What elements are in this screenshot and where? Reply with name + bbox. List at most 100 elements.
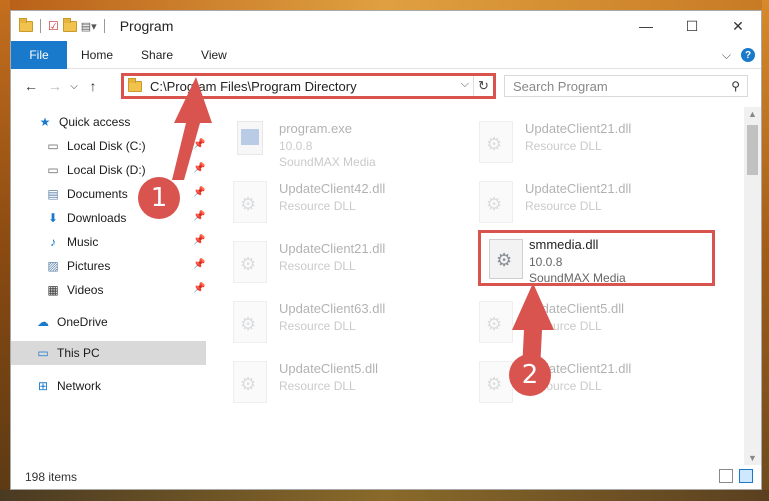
network-icon: ⊞ <box>37 379 49 393</box>
address-path: C:\Program Files\Program Directory <box>150 78 357 94</box>
highlighted-file-item[interactable]: ⚙ smmedia.dll 10.0.8 SoundMAX Media <box>478 230 715 286</box>
close-button[interactable]: ✕ <box>715 11 761 41</box>
tab-view[interactable]: View <box>187 48 241 62</box>
file-name: program.exe <box>279 121 352 136</box>
file-description: Resource DLL <box>525 319 602 333</box>
scrollbar-thumb[interactable] <box>747 125 758 175</box>
maximize-button[interactable]: ☐ <box>669 11 715 41</box>
recent-locations-icon[interactable]: ⌵ <box>67 81 81 92</box>
sidebar-item-quick-access[interactable]: ★ Quick access <box>37 111 131 133</box>
file-item[interactable]: program.exe 10.0.8 SoundMAX Media <box>223 115 463 171</box>
toolbar-separator <box>40 19 41 33</box>
file-item[interactable]: UpdateClient5.dll Resource DLL <box>223 355 463 411</box>
new-folder-icon[interactable] <box>62 17 77 32</box>
file-description: Resource DLL <box>279 259 356 273</box>
file-item[interactable]: UpdateClient21.dll Resource DLL <box>469 115 709 171</box>
file-item[interactable]: UpdateClient63.dll Resource DLL <box>223 295 463 351</box>
dll-icon <box>233 361 267 403</box>
properties-icon[interactable]: ☑ <box>48 19 59 33</box>
file-item[interactable]: UpdateClient5.dll Resource DLL <box>469 295 709 351</box>
address-bar[interactable]: C:\Program Files\Program Directory ⌵ ↻ <box>121 73 496 99</box>
tab-home[interactable]: Home <box>67 48 127 62</box>
customize-toolbar-icon[interactable]: ▤▾ <box>81 20 97 33</box>
tiles-view-icon[interactable] <box>739 469 753 483</box>
file-version: 10.0.8 <box>529 255 563 269</box>
exe-icon <box>235 121 265 155</box>
sidebar-item-downloads[interactable]: ⬇ Downloads <box>45 207 126 229</box>
sidebar-item-local-disk-c[interactable]: ▭ Local Disk (C:) <box>45 135 145 157</box>
refresh-icon[interactable]: ↻ <box>473 76 493 96</box>
expand-ribbon-icon[interactable]: ⌵ <box>722 48 731 63</box>
forward-button[interactable]: → <box>43 78 67 94</box>
pin-icon[interactable]: 📌 <box>193 259 205 270</box>
details-view-icon[interactable] <box>719 469 733 483</box>
tab-share[interactable]: Share <box>127 48 187 62</box>
sidebar-item-label: OneDrive <box>57 315 108 329</box>
view-toggles <box>719 469 753 483</box>
file-item[interactable]: UpdateClient21.dll Resource DLL <box>223 235 463 291</box>
minimize-button[interactable]: — <box>623 11 669 41</box>
file-item[interactable]: UpdateClient21.dll Resource DLL <box>469 175 709 231</box>
up-button[interactable]: ↑ <box>81 78 105 94</box>
pictures-icon: ▨ <box>47 259 59 273</box>
pin-icon[interactable]: 📌 <box>193 163 205 174</box>
pin-icon[interactable]: 📌 <box>193 187 205 198</box>
file-name: UpdateClient63.dll <box>279 301 386 316</box>
help-icon[interactable]: ? <box>741 48 755 62</box>
sidebar-item-onedrive[interactable]: ☁ OneDrive <box>35 311 108 333</box>
sidebar-item-videos[interactable]: ▦ Videos <box>45 279 103 301</box>
sidebar-item-label: Music <box>67 235 99 249</box>
item-count: 198 items <box>25 470 78 484</box>
file-description: Resource DLL <box>279 199 356 213</box>
file-version: 10.0.8 <box>279 139 313 153</box>
sidebar-item-documents[interactable]: ▤ Documents <box>45 183 127 205</box>
pin-icon[interactable]: 📌 <box>193 235 205 246</box>
sidebar-item-music[interactable]: ♪ Music <box>45 231 98 253</box>
dll-icon <box>479 181 513 223</box>
search-input[interactable]: Search Program ⚲ <box>504 75 748 97</box>
sidebar-item-label: Downloads <box>67 211 127 225</box>
tab-file[interactable]: File <box>11 40 67 69</box>
file-name: UpdateClient42.dll <box>279 181 386 196</box>
sidebar-item-label: Pictures <box>67 259 111 273</box>
sidebar-item-this-pc[interactable]: ▭ This PC <box>35 342 99 364</box>
ribbon-right: ⌵ ? <box>722 41 755 69</box>
step-marker-2: 2 <box>509 354 551 396</box>
dll-icon <box>479 121 513 163</box>
pin-icon[interactable]: 📌 <box>193 211 205 222</box>
file-name: UpdateClient5.dll <box>279 361 379 376</box>
documents-icon: ▤ <box>47 187 59 201</box>
file-name: smmedia.dll <box>529 237 599 252</box>
chevron-down-icon[interactable]: ⌵ <box>461 78 469 91</box>
step-marker-1: 1 <box>138 177 180 219</box>
dll-icon <box>233 241 267 283</box>
sidebar-item-local-disk-d[interactable]: ▭ Local Disk (D:) <box>45 159 146 181</box>
search-icon[interactable]: ⚲ <box>731 79 740 93</box>
dll-icon <box>479 301 513 343</box>
vertical-scrollbar[interactable]: ▲ ▼ <box>744 107 761 465</box>
cloud-icon: ☁ <box>37 315 49 329</box>
back-button[interactable]: ← <box>19 78 43 94</box>
file-item[interactable]: UpdateClient42.dll Resource DLL <box>223 175 463 231</box>
sidebar-item-network[interactable]: ⊞ Network <box>35 375 101 397</box>
explorer-window: ☑ ▤▾ Program — ☐ ✕ File Home Share View … <box>10 10 762 490</box>
sidebar-item-label: Network <box>57 379 102 393</box>
sidebar-item-label: Videos <box>67 283 104 297</box>
status-bar: 198 items <box>11 465 761 489</box>
pin-icon[interactable]: 📌 <box>193 283 205 294</box>
window-title: Program <box>119 18 174 34</box>
music-icon: ♪ <box>50 235 56 249</box>
file-description: Resource DLL <box>279 379 356 393</box>
scroll-down-icon[interactable]: ▼ <box>748 453 757 463</box>
sidebar-item-label: Local Disk (D:) <box>67 163 146 177</box>
computer-icon: ▭ <box>37 346 49 360</box>
window-controls: — ☐ ✕ <box>623 11 761 41</box>
sidebar-item-pictures[interactable]: ▨ Pictures <box>45 255 110 277</box>
ribbon-tabs: File Home Share View ⌵ ? <box>11 40 761 69</box>
pin-icon[interactable]: 📌 <box>193 139 205 150</box>
file-item[interactable]: UpdateClient21.dll Resource DLL <box>469 355 709 411</box>
folder-icon[interactable] <box>19 17 33 32</box>
star-icon: ★ <box>39 115 51 129</box>
scroll-up-icon[interactable]: ▲ <box>748 109 757 119</box>
toolbar-separator <box>103 19 105 33</box>
